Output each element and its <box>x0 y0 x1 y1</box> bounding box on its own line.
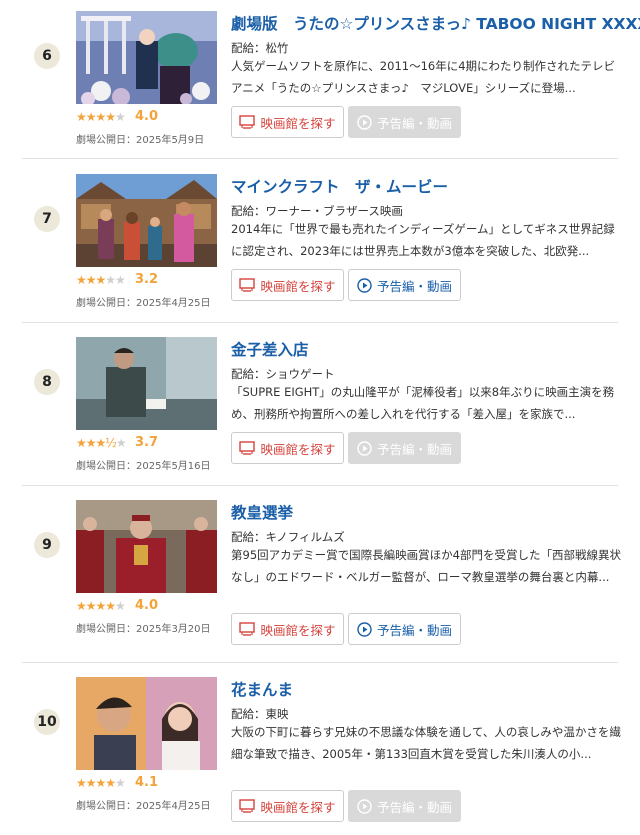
distributor: 配給：松竹 <box>231 41 289 55</box>
release-date: 劇場公開日：2025年5月9日 <box>76 135 205 146</box>
find-theater-label: 映画館を探す <box>260 441 336 457</box>
find-theater-label: 映画館を探す <box>260 278 336 294</box>
movie-description: 人気ゲームソフトを原作に、2011～16年に4期にわたり制作されたテレビアニメ「… <box>231 59 616 95</box>
rank-badge: 9 <box>34 532 60 558</box>
trailer-button: 予告編・動画 <box>348 790 461 822</box>
rank-badge: 7 <box>34 206 60 232</box>
theater-icon <box>239 622 256 636</box>
release-date: 劇場公開日：2025年3月20日 <box>76 624 211 635</box>
rating-stars: ★★★½★ <box>76 436 127 450</box>
release-date: 劇場公開日：2025年4月25日 <box>76 298 211 309</box>
rating-score: 3.7 <box>135 435 159 450</box>
rating-stars: ★★★★★ <box>76 110 126 124</box>
trailer-label: 予告編・動画 <box>376 622 452 638</box>
movie-description: 2014年に「世界で最も売れたインディーズゲーム」としてギネス世界記録に認定され… <box>231 222 615 258</box>
divider <box>22 662 618 663</box>
distributor: 配給：キノフィルムズ <box>231 530 345 544</box>
trailer-button: 予告編・動画 <box>348 106 461 138</box>
rating-score: 4.0 <box>135 598 159 613</box>
theater-icon <box>239 799 256 813</box>
distributor: 配給：ワーナー・ブラザース映画 <box>231 204 403 218</box>
distributor: 配給：ショウゲート <box>231 367 335 381</box>
movie-description: 第95回アカデミー賞で国際長編映画賞ほか4部門を受賞した「西部戦線異状なし」のエ… <box>231 548 621 584</box>
rank-badge: 8 <box>34 369 60 395</box>
find-theater-button[interactable]: 映画館を探す <box>231 790 344 822</box>
rating-score: 3.2 <box>135 272 159 287</box>
movie-description: 「SUPRE EIGHT」の丸山隆平が「泥棒役者」以来8年ぶりに映画主演を務め、… <box>231 385 615 421</box>
trailer-button[interactable]: 予告編・動画 <box>348 269 461 301</box>
movie-ranking-list: 6 ★★★★★ 4.0 劇場公開日：2025年5月9日 劇場版 うたの☆プリンス… <box>0 0 640 835</box>
trailer-button[interactable]: 予告編・動画 <box>348 613 461 645</box>
find-theater-label: 映画館を探す <box>260 799 336 815</box>
trailer-label: 予告編・動画 <box>376 278 452 294</box>
theater-icon <box>239 115 256 129</box>
divider <box>22 322 618 323</box>
trailer-label: 予告編・動画 <box>376 441 452 457</box>
find-theater-label: 映画館を探す <box>260 115 336 131</box>
movie-description: 大阪の下町に暮らす兄妹の不思議な体験を通して、人の哀しみや温かさを繊細な筆致で描… <box>231 725 621 761</box>
release-date: 劇場公開日：2025年4月25日 <box>76 801 211 812</box>
movie-poster[interactable] <box>76 337 217 430</box>
movie-poster[interactable] <box>76 677 217 770</box>
play-icon <box>357 440 372 456</box>
release-date: 劇場公開日：2025年5月16日 <box>76 461 211 472</box>
rank-badge: 10 <box>34 709 60 735</box>
movie-poster[interactable] <box>76 174 217 267</box>
movie-title-link[interactable]: 教皇選挙 <box>231 501 293 523</box>
movie-poster[interactable] <box>76 500 217 593</box>
rating-score: 4.1 <box>135 775 159 790</box>
divider <box>22 485 618 486</box>
find-theater-button[interactable]: 映画館を探す <box>231 613 344 645</box>
find-theater-button[interactable]: 映画館を探す <box>231 106 344 138</box>
theater-icon <box>239 278 256 292</box>
distributor: 配給：東映 <box>231 707 289 721</box>
play-icon <box>357 114 372 130</box>
trailer-label: 予告編・動画 <box>376 115 452 131</box>
movie-title-link[interactable]: 花まんま <box>231 678 293 700</box>
divider <box>22 158 618 159</box>
find-theater-button[interactable]: 映画館を探す <box>231 432 344 464</box>
theater-icon <box>239 441 256 455</box>
trailer-button: 予告編・動画 <box>348 432 461 464</box>
find-theater-label: 映画館を探す <box>260 622 336 638</box>
find-theater-button[interactable]: 映画館を探す <box>231 269 344 301</box>
rating-stars: ★★★★★ <box>76 273 126 287</box>
movie-title-link[interactable]: マインクラフト ザ・ムービー <box>231 175 448 197</box>
movie-title-link[interactable]: 劇場版 うたの☆プリンスさまっ♪ TABOO NIGHT XXXX <box>231 12 640 34</box>
rank-badge: 6 <box>34 43 60 69</box>
rating-stars: ★★★★★ <box>76 776 126 790</box>
play-icon <box>357 277 372 293</box>
rating-stars: ★★★★★ <box>76 599 126 613</box>
movie-poster[interactable] <box>76 11 217 104</box>
movie-title-link[interactable]: 金子差入店 <box>231 338 309 360</box>
rating-score: 4.0 <box>135 109 159 124</box>
play-icon <box>357 621 372 637</box>
trailer-label: 予告編・動画 <box>376 799 452 815</box>
play-icon <box>357 798 372 814</box>
